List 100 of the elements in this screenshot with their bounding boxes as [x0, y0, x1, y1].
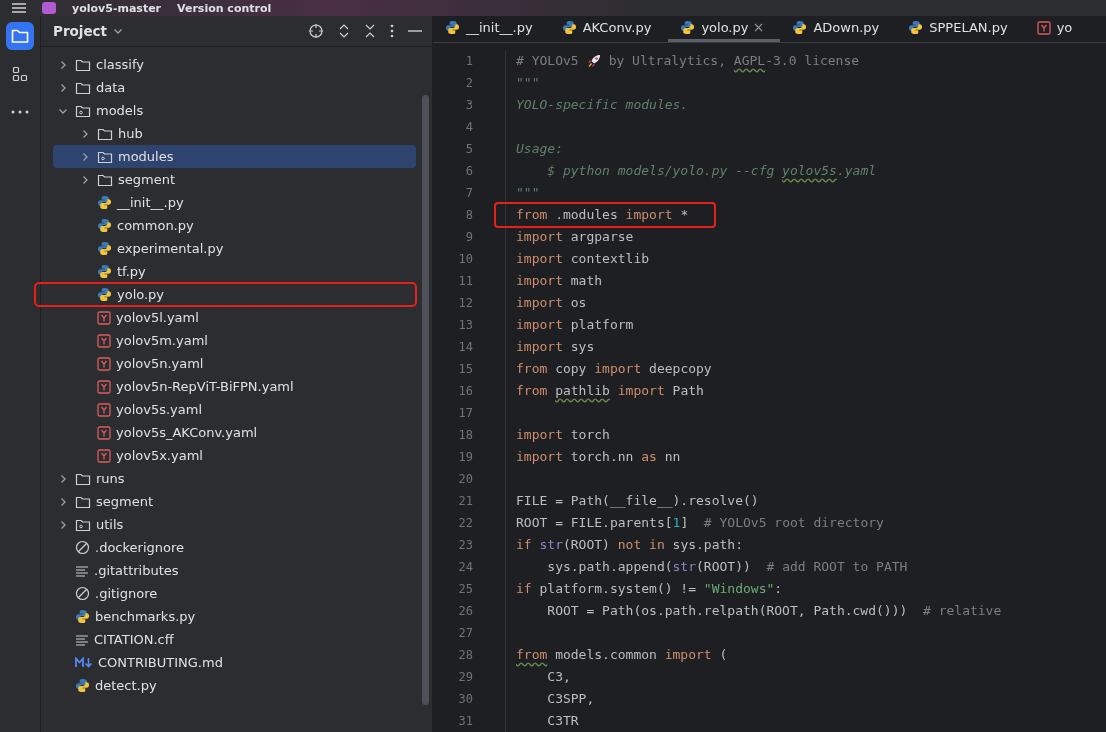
- python-icon: [97, 241, 112, 256]
- tree-item[interactable]: common.py: [53, 214, 416, 237]
- chevron-right-icon[interactable]: [58, 473, 68, 484]
- chevron-right-icon[interactable]: [80, 151, 90, 162]
- project-name[interactable]: yolov5-master: [72, 1, 162, 15]
- code-line: from copy import deepcopy: [516, 360, 713, 378]
- scrollbar[interactable]: [422, 95, 429, 705]
- yaml-file-icon: [97, 425, 111, 440]
- code-line: import platform: [516, 316, 635, 334]
- folder-icon: [75, 80, 91, 95]
- line-number: 19: [457, 449, 474, 466]
- code-line: if platform.system() != "Windows":: [516, 580, 784, 598]
- tree-item[interactable]: utils: [53, 513, 416, 536]
- editor-tab[interactable]: ADown.py: [780, 16, 897, 42]
- line-number: 27: [457, 625, 474, 642]
- code-line: import sys: [516, 338, 596, 356]
- code-line: from models.common import (: [516, 646, 729, 664]
- line-number: 29: [457, 669, 474, 686]
- tree-item[interactable]: __init__.py: [53, 191, 416, 214]
- menu-icon[interactable]: [12, 3, 26, 13]
- close-icon[interactable]: [754, 23, 764, 32]
- chevron-right-icon[interactable]: [58, 519, 68, 530]
- tool-window-button[interactable]: [6, 22, 34, 50]
- chevron-right-icon[interactable]: [58, 496, 68, 507]
- code-line: if str(ROOT) not in sys.path:: [516, 536, 744, 554]
- code-line: YOLO-specific modules.: [516, 96, 690, 114]
- tree-item[interactable]: models: [53, 99, 416, 122]
- line-number: 15: [457, 361, 474, 378]
- code-line: Usage:: [516, 140, 564, 158]
- tree-item[interactable]: yolov5s.yaml: [53, 398, 416, 421]
- code-line: ROOT = Path(os.path.relpath(ROOT, Path.cwd())) # relative: [546, 602, 1002, 620]
- expand-icon[interactable]: [338, 23, 350, 39]
- tree-item[interactable]: data: [53, 76, 416, 99]
- python-icon: [680, 20, 696, 35]
- panel-title[interactable]: Project: [53, 23, 108, 39]
- tree-item[interactable]: experimental.py: [53, 237, 416, 260]
- tree-item[interactable]: yolov5s_AKConv.yaml: [53, 421, 416, 444]
- editor-tab[interactable]: yo: [1024, 16, 1090, 42]
- chevron-right-icon[interactable]: [80, 128, 90, 139]
- tree-item[interactable]: .dockerignore: [53, 536, 416, 559]
- line-number: 23: [457, 537, 474, 554]
- line-number: 18: [457, 427, 474, 444]
- python-icon: [97, 264, 112, 279]
- tree-item[interactable]: .gitignore: [53, 582, 416, 605]
- tree-item[interactable]: .gitattributes: [53, 559, 416, 582]
- code-line: # YOLOv5 by Ultralytics, AGPL-3.0 license: [516, 52, 861, 70]
- code-line: C3,: [546, 668, 572, 686]
- tree-item[interactable]: segment: [53, 168, 416, 191]
- tree-item[interactable]: yolo.py: [35, 283, 416, 306]
- editor-tab[interactable]: SPPELAN.py: [896, 16, 1025, 42]
- project-badge-icon: [42, 2, 56, 14]
- code-line: C3TR: [546, 712, 580, 730]
- line-number: 6: [464, 163, 474, 180]
- editor-tab[interactable]: __init__.py: [433, 16, 550, 42]
- line-number: 13: [457, 317, 474, 334]
- python-icon: [75, 678, 90, 693]
- chevron-right-icon[interactable]: [58, 59, 68, 70]
- yaml-file-icon: [1036, 20, 1051, 35]
- version-control-menu[interactable]: Version control: [177, 1, 272, 15]
- crosshair-icon[interactable]: [308, 23, 324, 39]
- code-line: import torch: [516, 426, 611, 444]
- code-line: import math: [516, 272, 604, 290]
- tree-item[interactable]: runs: [53, 467, 416, 490]
- package-folder-icon: [75, 517, 91, 532]
- more-icon[interactable]: [390, 24, 394, 38]
- tree-item[interactable]: yolov5m.yaml: [53, 329, 416, 352]
- tree-item[interactable]: yolov5l.yaml: [53, 306, 416, 329]
- collapse-icon[interactable]: [364, 23, 376, 39]
- folder-icon: [75, 471, 91, 486]
- code-line: $ python models/yolo.py --cfg yolov5s.yaml: [546, 162, 878, 180]
- ignore-file-icon: [75, 586, 90, 601]
- line-number: 14: [457, 339, 474, 356]
- python-icon: [97, 218, 112, 233]
- python-icon: [792, 20, 808, 35]
- chevron-right-icon[interactable]: [80, 174, 90, 185]
- tree-item[interactable]: CITATION.cff: [53, 628, 416, 651]
- tree-item[interactable]: segment: [53, 490, 416, 513]
- folder-icon: [97, 126, 113, 141]
- tree-item[interactable]: modules: [53, 145, 416, 168]
- folder-icon: [11, 28, 29, 44]
- tree-item[interactable]: detect.py: [53, 674, 416, 697]
- tree-item[interactable]: hub: [53, 122, 416, 145]
- folder-icon: [97, 172, 113, 187]
- line-number: 7: [464, 185, 474, 202]
- tree-item[interactable]: yolov5n.yaml: [53, 352, 416, 375]
- python-icon: [97, 195, 112, 210]
- tree-item[interactable]: benchmarks.py: [53, 605, 416, 628]
- structure-icon: [12, 66, 28, 82]
- tree-item[interactable]: yolov5n-RepViT-BiFPN.yaml: [53, 375, 416, 398]
- line-number: 11: [457, 273, 474, 290]
- chevron-right-icon[interactable]: [58, 82, 68, 93]
- chevron-down-icon[interactable]: [113, 26, 124, 36]
- minimize-icon[interactable]: [408, 29, 422, 33]
- tree-item[interactable]: yolov5x.yaml: [53, 444, 416, 467]
- tree-item[interactable]: classify: [53, 53, 416, 76]
- tree-item[interactable]: CONTRIBUTING.md: [53, 651, 416, 674]
- tree-item[interactable]: tf.py: [53, 260, 416, 283]
- editor-tab[interactable]: AKConv.py: [549, 16, 669, 42]
- yaml-file-icon: [97, 379, 111, 394]
- line-number: 12: [457, 295, 474, 312]
